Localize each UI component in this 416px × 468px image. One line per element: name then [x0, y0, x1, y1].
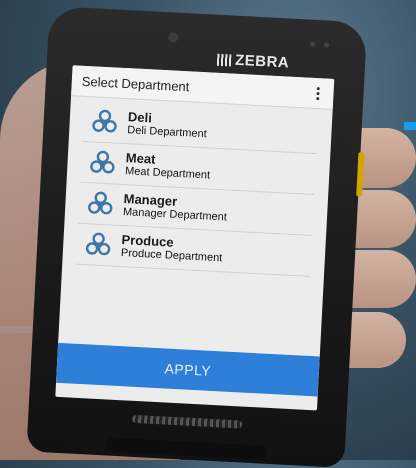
sensor-icon — [323, 42, 330, 48]
department-icon — [88, 191, 113, 215]
department-icon — [90, 150, 115, 174]
department-icon — [85, 232, 111, 256]
zebra-logo-icon — [216, 53, 232, 66]
mobile-device: ZEBRA Select Department Deli Deli Depart… — [26, 5, 368, 468]
department-list: Deli Deli Department Meat Meat Departmen… — [76, 100, 319, 277]
apply-button[interactable]: APPLY — [56, 342, 320, 397]
brand-label: ZEBRA — [234, 51, 290, 72]
camera-icon — [167, 32, 179, 43]
device-screen: Select Department Deli Deli Department M… — [55, 65, 335, 411]
page-title: Select Department — [81, 73, 190, 94]
department-icon — [92, 109, 117, 133]
sensor-icon — [309, 41, 316, 47]
charging-connector — [106, 437, 268, 460]
accent-bar-right — [404, 122, 416, 130]
speaker-grille — [132, 414, 243, 429]
kebab-menu-icon[interactable] — [312, 82, 324, 104]
brand-logo: ZEBRA — [216, 51, 290, 72]
device-top-bezel: ZEBRA — [47, 6, 367, 75]
